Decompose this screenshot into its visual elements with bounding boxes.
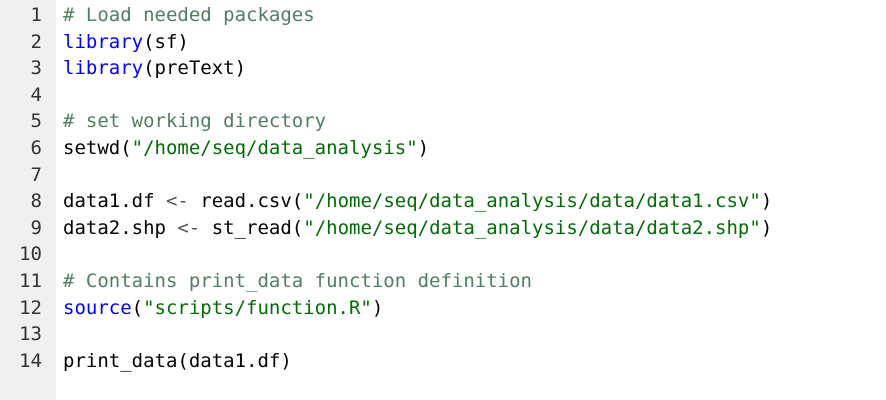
code-comment: # set working directory (63, 110, 327, 133)
code-operator: <- (177, 216, 201, 239)
code-line[interactable]: 7 (0, 162, 886, 189)
line-number: 4 (30, 83, 42, 106)
code-line[interactable]: 9 data2.shp <- st_read("/home/seq/data_an… (0, 215, 886, 242)
code-token: print_data (63, 349, 178, 372)
code-paren: ( (177, 349, 189, 372)
code-editor[interactable]: 1 # Load needed packages 2 library(sf) 3 libr… (0, 0, 886, 400)
code-token: sf (154, 30, 178, 53)
code-token: data2.shp (63, 216, 178, 239)
code-text: # Load needed packages (63, 2, 315, 29)
code-paren: ) (371, 296, 384, 319)
line-number: 7 (30, 163, 42, 186)
code-paren: ( (291, 216, 304, 239)
code-text: data1.df <- read.csv("/home/seq/data_ana… (63, 188, 772, 215)
code-token: st_read (200, 216, 292, 239)
code-comment: # Contains print_data function definitio… (63, 269, 532, 292)
code-text: library(sf) (63, 29, 189, 56)
code-paren: ( (143, 30, 155, 53)
code-line[interactable]: 5 # set working directory (0, 108, 886, 135)
code-string: "/home/seq/data_analysis/data/data1.csv" (303, 190, 761, 213)
code-token: setwd (63, 136, 121, 159)
line-number: 10 (19, 243, 42, 266)
code-paren: ) (177, 30, 189, 53)
code-lines: 1 # Load needed packages 2 library(sf) 3 libr… (0, 2, 886, 374)
code-paren: ) (280, 349, 292, 372)
code-text: # set working directory (63, 108, 326, 135)
code-line[interactable]: 12 source("scripts/function.R") (0, 295, 886, 322)
code-text: print_data(data1.df) (63, 348, 292, 375)
code-line[interactable]: 2 library(sf) (0, 29, 886, 56)
line-number: 2 (30, 30, 42, 53)
code-line[interactable]: 3 library(preText) (0, 55, 886, 82)
code-paren: ) (234, 57, 247, 80)
code-function-name: source (63, 296, 132, 319)
code-token: read.csv (188, 190, 292, 213)
line-number: 9 (30, 216, 42, 239)
code-token: data1.df (63, 190, 166, 213)
code-function-name: library (63, 57, 144, 80)
line-number: 3 (30, 57, 42, 80)
code-line[interactable]: 4 (0, 82, 886, 109)
code-text: setwd("/home/seq/data_analysis") (63, 135, 429, 162)
line-number: 1 (30, 4, 42, 26)
code-paren: ( (143, 57, 155, 80)
code-token: preText (154, 57, 235, 80)
code-paren: ) (760, 216, 773, 239)
code-paren: ( (131, 296, 144, 319)
code-comment: # Load needed packages (63, 4, 315, 26)
code-line[interactable]: 6 setwd("/home/seq/data_analysis") (0, 135, 886, 162)
line-number: 13 (19, 323, 42, 346)
code-text: # Contains print_data function definitio… (63, 268, 532, 295)
code-paren: ) (417, 136, 430, 159)
code-line[interactable]: 1 # Load needed packages (0, 2, 886, 29)
line-number: 12 (19, 296, 42, 319)
code-text: library(preText) (63, 55, 246, 82)
code-text: data2.shp <- st_read("/home/seq/data_ana… (63, 215, 772, 242)
code-string: "scripts/function.R" (143, 296, 372, 319)
code-string: "/home/seq/data_analysis/data/data2.shp" (303, 216, 761, 239)
line-number: 8 (30, 190, 42, 213)
code-line[interactable]: 13 (0, 321, 886, 348)
code-line[interactable]: 14 print_data(data1.df) (0, 348, 886, 375)
code-line[interactable]: 10 (0, 241, 886, 268)
code-paren: ) (760, 190, 773, 213)
code-function-name: library (63, 30, 144, 53)
code-token: data1.df (188, 349, 281, 372)
line-number: 6 (30, 136, 42, 159)
line-number: 5 (30, 110, 42, 133)
code-string: "/home/seq/data_analysis" (131, 136, 418, 159)
code-paren: ( (120, 136, 132, 159)
code-text: source("scripts/function.R") (63, 295, 383, 322)
line-number: 14 (19, 349, 42, 372)
code-operator: <- (165, 190, 189, 213)
line-number: 11 (19, 269, 42, 292)
code-paren: ( (291, 190, 304, 213)
code-line[interactable]: 8 data1.df <- read.csv("/home/seq/data_an… (0, 188, 886, 215)
code-line[interactable]: 11 # Contains print_data function definit… (0, 268, 886, 295)
